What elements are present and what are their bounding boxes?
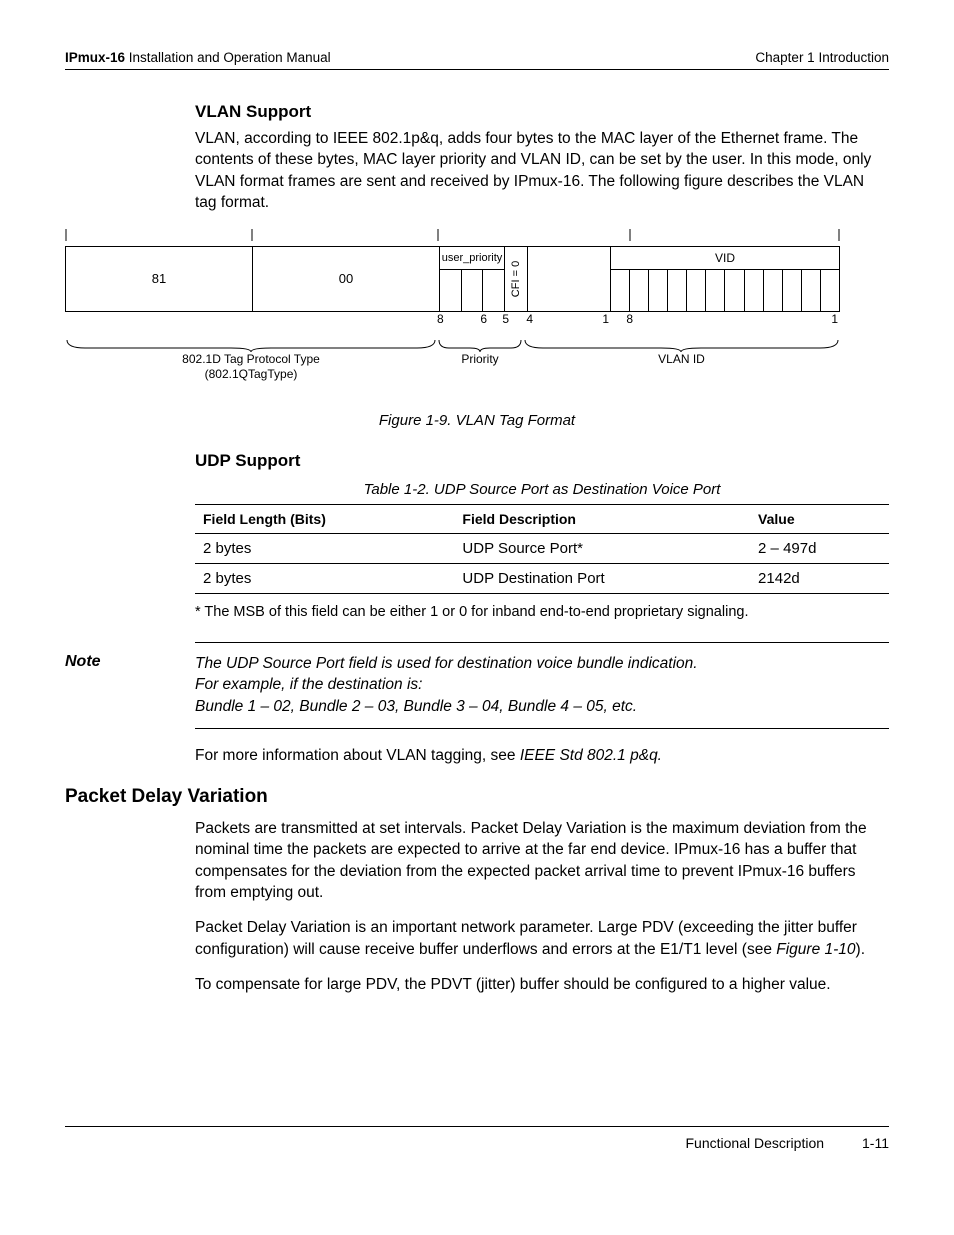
brace-label-tagtype: 802.1D Tag Protocol Type [65, 352, 437, 367]
pdv-heading: Packet Delay Variation [65, 786, 889, 808]
th-field-length: Field Length (Bits) [195, 504, 454, 533]
figure-caption: Figure 1-9. VLAN Tag Format [65, 412, 889, 429]
chapter-label: Chapter 1 Introduction [755, 50, 889, 65]
brace-label-tagtype2: (802.1QTagType) [65, 367, 437, 382]
table-caption: Table 1-2. UDP Source Port as Destinatio… [195, 481, 889, 498]
manual-title-bold: IPmux-16 [65, 50, 125, 65]
udp-heading: UDP Support [195, 451, 889, 471]
note-text: The UDP Source Port field is used for de… [195, 653, 889, 718]
brace-label-priority: Priority [437, 352, 523, 367]
vlan-heading: VLAN Support [195, 102, 889, 122]
table-footnote: * The MSB of this field can be either 1 … [195, 604, 889, 620]
th-field-desc: Field Description [454, 504, 750, 533]
vlan-bit-numbers: 8 6 5 4 1 8 1 [65, 312, 840, 332]
vlan-vid-cell: VID [611, 247, 839, 311]
pdv-p3: To compensate for large PDV, the PDVT (j… [195, 974, 889, 995]
note-label: Note [65, 653, 195, 718]
brace-label-vlanid: VLAN ID [523, 352, 840, 367]
page-footer: Functional Description 1-11 [65, 1126, 889, 1151]
vlan-blank-cell [528, 247, 611, 311]
page-header: IPmux-16 Installation and Operation Manu… [65, 50, 889, 70]
footer-page: 1-11 [862, 1135, 889, 1151]
vlan-cfi-cell: CFI = 0 [505, 247, 528, 311]
vlan-paragraph: VLAN, according to IEEE 802.1p&q, adds f… [195, 128, 889, 214]
note-block: Note The UDP Source Port field is used f… [195, 642, 889, 729]
vlan-diagram: 81 00 user_priority CFI = 0 VID 8 6 5 4 … [65, 228, 889, 382]
vlan-braces: 802.1D Tag Protocol Type (802.1QTagType)… [65, 338, 840, 382]
top-tick-marks [65, 229, 840, 241]
table-row: 2 bytes UDP Source Port* 2 – 497d [195, 533, 889, 563]
more-info-line: For more information about VLAN tagging,… [195, 745, 889, 766]
vlan-byte2: 00 [253, 247, 440, 311]
udp-table: Field Length (Bits) Field Description Va… [195, 504, 889, 594]
footer-section: Functional Description [686, 1135, 825, 1151]
vlan-user-priority-cell: user_priority [440, 247, 505, 311]
pdv-p2: Packet Delay Variation is an important n… [195, 917, 889, 960]
manual-title-rest: Installation and Operation Manual [125, 50, 331, 65]
th-value: Value [750, 504, 889, 533]
pdv-p1: Packets are transmitted at set intervals… [195, 818, 889, 904]
vlan-byte1: 81 [66, 247, 253, 311]
vlan-user-priority-label: user_priority [440, 247, 504, 269]
vlan-vid-label: VID [611, 247, 839, 269]
table-row: 2 bytes UDP Destination Port 2142d [195, 563, 889, 593]
